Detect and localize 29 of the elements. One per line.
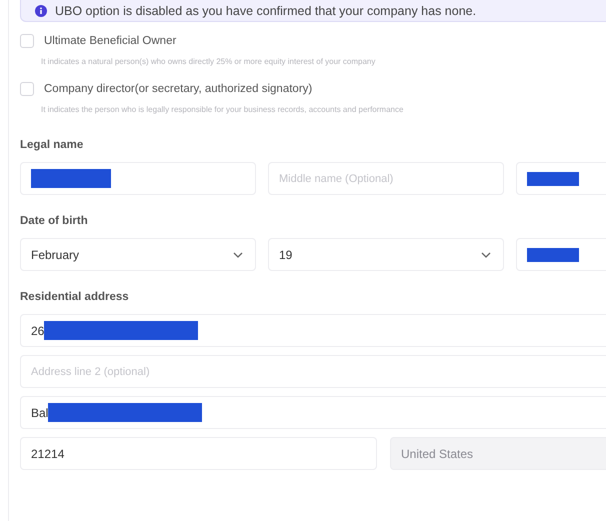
dropdown-value: February xyxy=(31,248,80,262)
placeholder-text: Middle name (Optional) xyxy=(279,172,394,184)
field-value: 26 xyxy=(31,324,44,338)
description-text: It indicates the person who is legally responsible for your business records, accounts and performance xyxy=(41,105,404,114)
checkbox-label: Ultimate Beneficial Owner xyxy=(44,35,176,47)
input-field[interactable]: Bal xyxy=(20,396,606,429)
dropdown[interactable]: 19 xyxy=(268,238,504,271)
dropdown-value: 19 xyxy=(279,248,292,262)
input-field[interactable]: 21214 xyxy=(20,437,377,470)
checkbox[interactable] xyxy=(20,34,34,48)
checkbox[interactable] xyxy=(20,82,34,96)
chevron-down-icon xyxy=(233,252,243,258)
dropdown[interactable]: February xyxy=(20,238,256,271)
section-label: Legal name xyxy=(20,139,84,151)
placeholder-text: Address line 2 (optional) xyxy=(31,366,150,378)
field-value: Bal xyxy=(31,406,48,420)
info-icon xyxy=(35,4,47,16)
input-field[interactable]: 26 xyxy=(20,314,606,347)
checkbox-label: Company director(or secretary, authorized signatory) xyxy=(44,83,312,95)
field-value: 21214 xyxy=(31,446,64,460)
notice-text: UBO option is disabled as you have confirmed that your company has none. xyxy=(55,4,476,18)
description-text: It indicates a natural person(s) who owns directly 25% or more equity interest of your company xyxy=(41,57,376,66)
redaction-mark xyxy=(527,248,579,262)
section-label: Date of birth xyxy=(20,215,89,227)
field-value: United States xyxy=(401,446,474,460)
redaction-mark xyxy=(527,172,579,186)
input-field[interactable] xyxy=(20,162,256,195)
chevron-down-icon xyxy=(481,252,491,258)
section-label: Residential address xyxy=(20,291,130,303)
